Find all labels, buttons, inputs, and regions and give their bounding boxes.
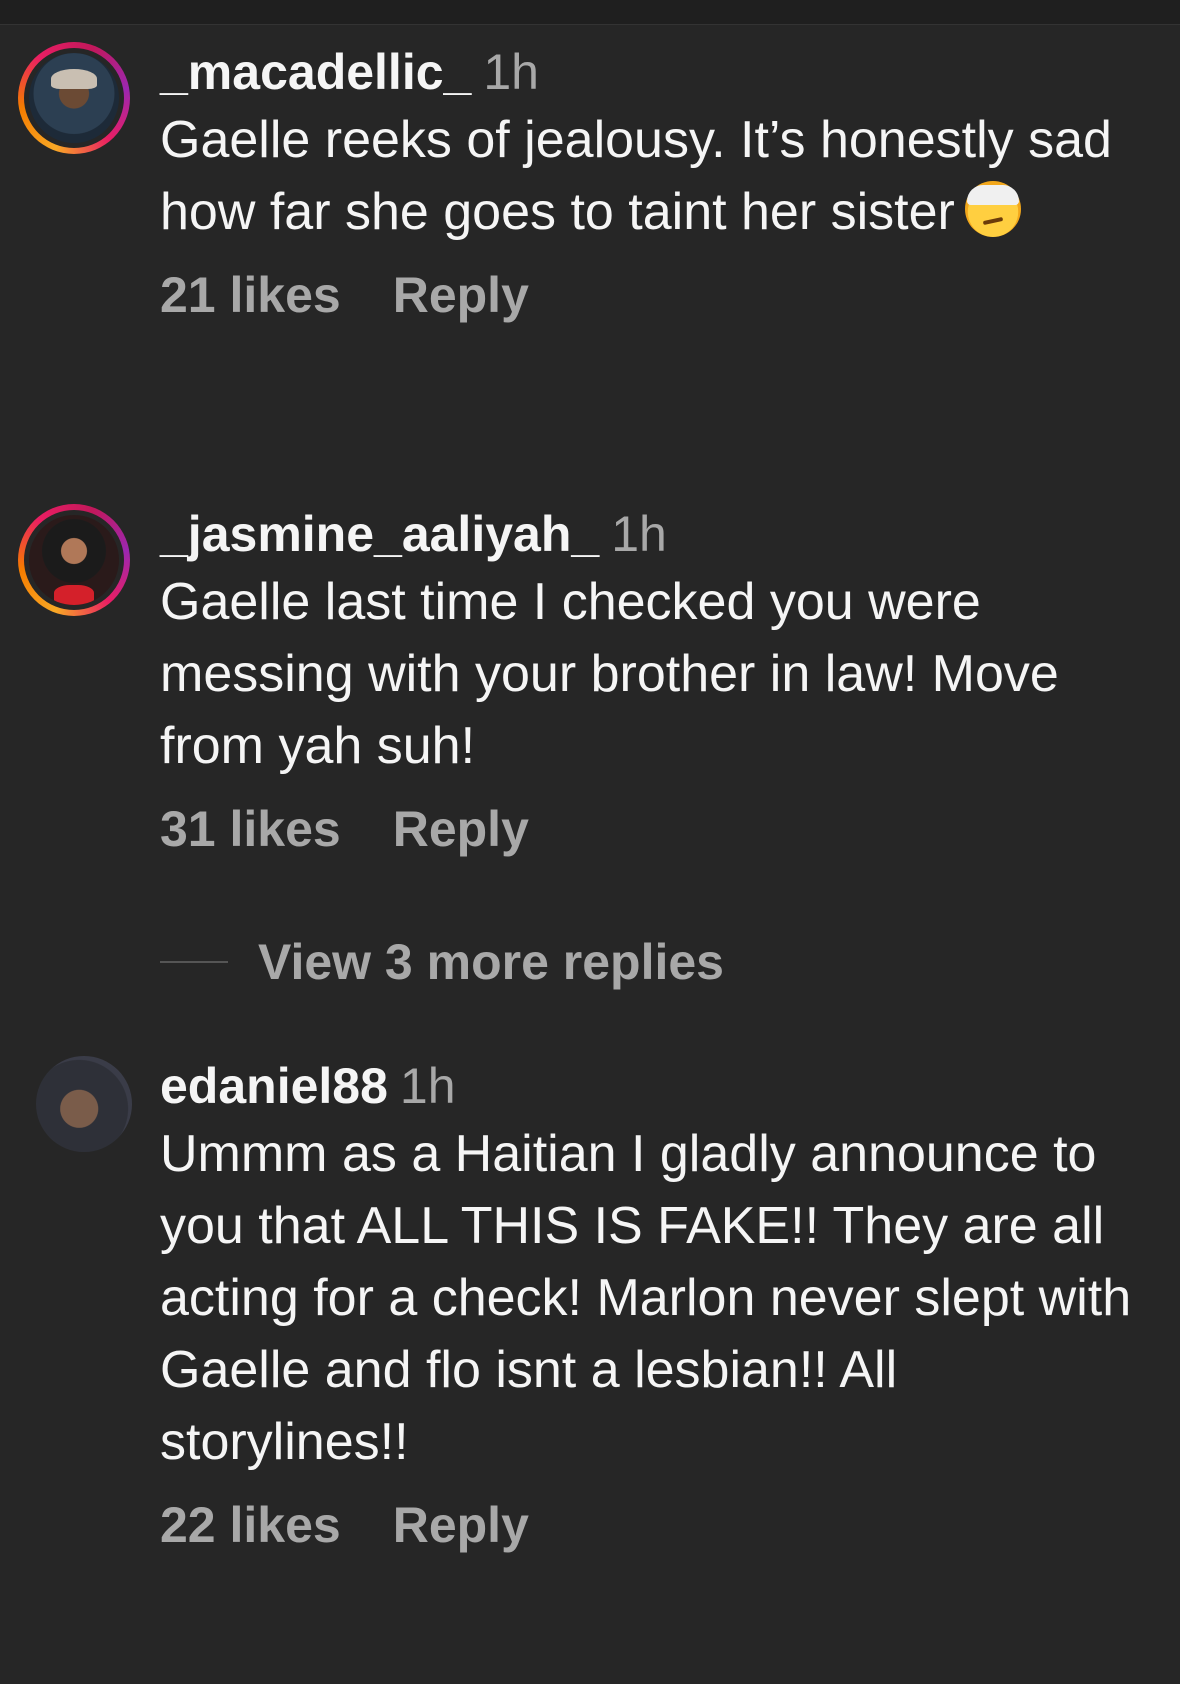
likes-count[interactable]: 31 likes: [160, 801, 341, 857]
comment-content: _macadellic_ 1h Gaelle reeks of jealousy.…: [160, 42, 1140, 324]
likes-count[interactable]: 22 likes: [160, 1497, 341, 1553]
timestamp: 1h: [483, 44, 539, 100]
comment-header: _jasmine_aaliyah_ 1h: [160, 504, 1140, 564]
comment-content: edaniel88 1h Ummm as a Haitian I gladly a…: [160, 1056, 1140, 1554]
divider-line: [160, 961, 228, 963]
comment-text: Gaelle last time I checked you were mess…: [160, 573, 1059, 775]
reply-button[interactable]: Reply: [393, 267, 529, 323]
top-divider: [0, 0, 1180, 25]
reply-button[interactable]: Reply: [393, 1497, 529, 1553]
avatar-image: [36, 1056, 132, 1152]
comment-header: edaniel88 1h: [160, 1056, 1140, 1116]
avatar[interactable]: [18, 504, 130, 616]
view-more-replies-label: View 3 more replies: [258, 934, 724, 990]
view-more-replies-button[interactable]: View 3 more replies: [160, 932, 724, 992]
timestamp: 1h: [611, 506, 667, 562]
reply-button[interactable]: Reply: [393, 801, 529, 857]
comment-text: Gaelle reeks of jealousy. It’s honestly …: [160, 104, 1140, 248]
avatar-image: [24, 48, 124, 148]
avatar[interactable]: [18, 42, 130, 154]
avatar-image: [24, 510, 124, 610]
username[interactable]: _jasmine_aaliyah_: [160, 506, 599, 562]
comment-actions: 31 likes Reply: [160, 800, 1140, 858]
timestamp: 1h: [399, 1058, 456, 1114]
comment-actions: 21 likes Reply: [160, 266, 1140, 324]
comment-text: Ummm as a Haitian I gladly announce to y…: [160, 1125, 1132, 1471]
comment-header: _macadellic_ 1h: [160, 42, 1140, 102]
username[interactable]: _macadellic_: [160, 44, 471, 100]
comment-actions: 22 likes Reply: [160, 1496, 1140, 1554]
avatar[interactable]: [36, 1056, 132, 1152]
comment-content: _jasmine_aaliyah_ 1h Gaelle last time I c…: [160, 504, 1140, 858]
face-with-head-bandage-icon: [964, 181, 1021, 237]
likes-count[interactable]: 21 likes: [160, 267, 341, 323]
username[interactable]: edaniel88: [160, 1058, 388, 1114]
